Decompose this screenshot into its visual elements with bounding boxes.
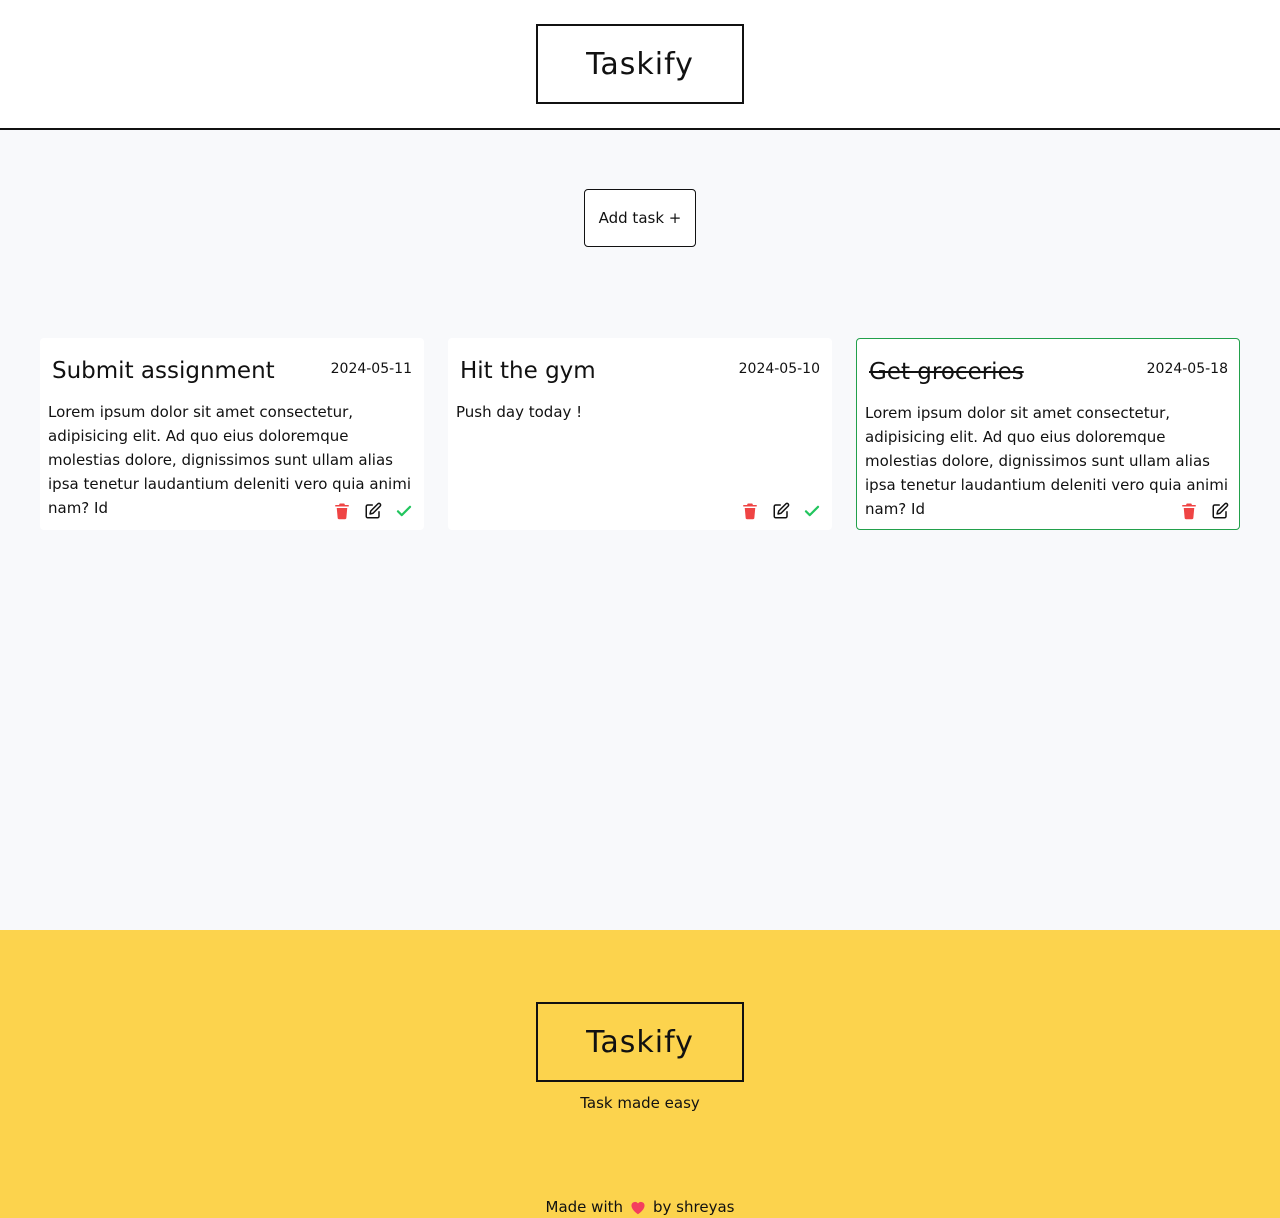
footer-logo: Taskify — [536, 1002, 744, 1082]
credit-prefix: Made with — [545, 1198, 624, 1216]
task-actions — [333, 502, 413, 520]
task-title: Submit assignment — [52, 358, 275, 384]
edit-icon[interactable] — [1211, 502, 1229, 520]
footer: Taskify Task made easy Made with by shre… — [0, 930, 1280, 1218]
task-card: Submit assignment 2024-05-11 Lorem ipsum… — [40, 338, 424, 530]
footer-tagline: Task made easy — [580, 1094, 700, 1112]
task-actions — [741, 502, 821, 520]
trash-icon[interactable] — [1180, 502, 1198, 520]
header: Taskify — [0, 0, 1280, 130]
credit-suffix: by shreyas — [653, 1198, 735, 1216]
task-date: 2024-05-10 — [738, 361, 820, 377]
add-task-button[interactable]: Add task + — [584, 189, 696, 247]
task-card: Hit the gym 2024-05-10 Push day today ! — [448, 338, 832, 530]
check-icon[interactable] — [803, 502, 821, 520]
task-card-completed: Get groceries 2024-05-18 Lorem ipsum dol… — [856, 338, 1240, 530]
task-description: Push day today ! — [456, 403, 583, 421]
trash-icon[interactable] — [333, 502, 351, 520]
task-title: Get groceries — [869, 359, 1024, 385]
task-date: 2024-05-18 — [1146, 361, 1228, 377]
edit-icon[interactable] — [772, 502, 790, 520]
task-date: 2024-05-11 — [330, 361, 412, 377]
check-icon[interactable] — [395, 502, 413, 520]
task-title: Hit the gym — [460, 358, 596, 384]
heart-icon — [629, 1199, 647, 1215]
header-logo[interactable]: Taskify — [536, 24, 744, 104]
footer-credit: Made with by shreyas — [0, 1198, 1280, 1216]
edit-icon[interactable] — [364, 502, 382, 520]
trash-icon[interactable] — [741, 502, 759, 520]
task-actions — [1180, 502, 1229, 520]
